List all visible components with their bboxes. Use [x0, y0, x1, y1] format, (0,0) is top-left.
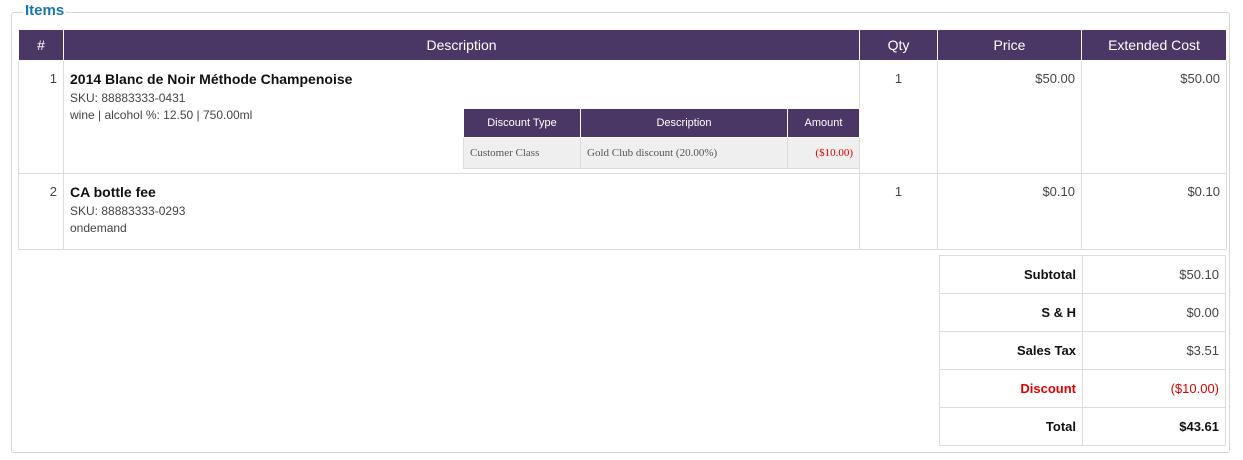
discount-label: Discount [939, 369, 1083, 408]
table-row: 2 CA bottle fee SKU: 88883333-0293 ondem… [18, 173, 1227, 250]
item-name: 2014 Blanc de Noir Méthode Champenoise [70, 71, 353, 87]
discount-row: Customer Class Gold Club discount (20.00… [463, 137, 860, 169]
col-header-description: Description [63, 29, 860, 61]
item-price: $0.10 [937, 173, 1082, 250]
item-extended-cost: $0.10 [1081, 173, 1227, 250]
totals-table: Subtotal $50.10 S & H $0.00 Sales Tax $3… [939, 255, 1226, 446]
item-sku: SKU: 88883333-0293 [70, 204, 186, 218]
item-name: CA bottle fee [70, 184, 156, 200]
totals-row-subtotal: Subtotal $50.10 [939, 255, 1226, 294]
shipping-value: $0.00 [1082, 293, 1226, 332]
item-qty: 1 [859, 60, 938, 174]
col-header-price: Price [937, 29, 1082, 61]
totals-row-tax: Sales Tax $3.51 [939, 331, 1226, 370]
discount-type: Customer Class [463, 137, 581, 169]
item-extended-cost: $50.00 [1081, 60, 1227, 174]
discount-header-row: Discount Type Description Amount [463, 108, 860, 138]
item-qty: 1 [859, 173, 938, 250]
col-header-number: # [18, 29, 64, 61]
subtotal-value: $50.10 [1082, 255, 1226, 294]
discount-col-amount: Amount [787, 108, 860, 138]
item-sku: SKU: 88883333-0431 [70, 91, 186, 105]
total-label: Total [939, 407, 1083, 446]
items-table: # Description Qty Price Extended Cost 1 … [18, 29, 1227, 250]
sales-tax-value: $3.51 [1082, 331, 1226, 370]
item-description-cell: CA bottle fee SKU: 88883333-0293 ondeman… [63, 173, 860, 250]
col-header-extended-cost: Extended Cost [1081, 29, 1227, 61]
items-header-row: # Description Qty Price Extended Cost [18, 29, 1227, 61]
row-number: 1 [18, 60, 64, 174]
discount-description: Gold Club discount (20.00%) [580, 137, 788, 169]
discount-amount: ($10.00) [787, 137, 860, 169]
item-price: $50.00 [937, 60, 1082, 174]
col-header-qty: Qty [859, 29, 938, 61]
totals-row-discount: Discount ($10.00) [939, 369, 1226, 408]
subtotal-label: Subtotal [939, 255, 1083, 294]
shipping-label: S & H [939, 293, 1083, 332]
discount-col-description: Description [580, 108, 788, 138]
totals-row-total: Total $43.61 [939, 407, 1226, 446]
item-description-cell: 2014 Blanc de Noir Méthode Champenoise S… [63, 60, 860, 174]
totals-row-shipping: S & H $0.00 [939, 293, 1226, 332]
row-number: 2 [18, 173, 64, 250]
total-value: $43.61 [1082, 407, 1226, 446]
discount-value: ($10.00) [1082, 369, 1226, 408]
item-details: ondemand [70, 221, 127, 235]
discount-col-type: Discount Type [463, 108, 581, 138]
discount-table: Discount Type Description Amount Custome… [463, 108, 860, 169]
table-row: 1 2014 Blanc de Noir Méthode Champenoise… [18, 60, 1227, 174]
sales-tax-label: Sales Tax [939, 331, 1083, 370]
items-legend: Items [23, 2, 67, 20]
